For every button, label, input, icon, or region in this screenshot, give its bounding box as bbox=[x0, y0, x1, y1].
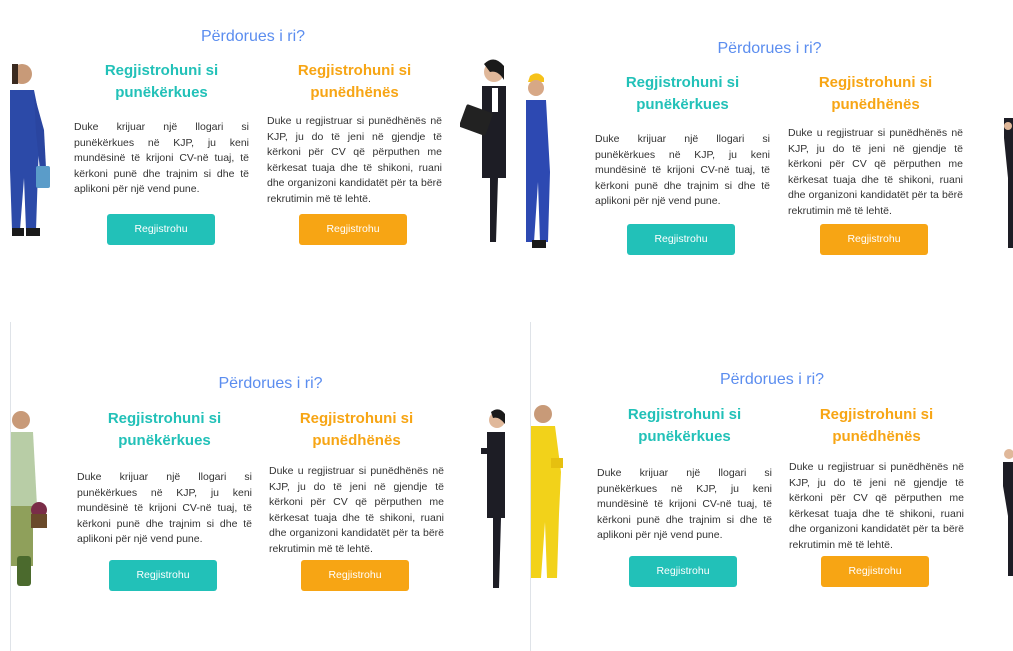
employer-description: Duke u regjistruar si punëdhënës në KJP,… bbox=[788, 127, 963, 217]
employer-register-button[interactable]: Regjistrohu bbox=[299, 214, 407, 245]
jobseeker-description: Duke krijuar një llogari si punëkërkues … bbox=[597, 467, 772, 541]
jobseeker-heading: Regjistrohuni si punëkërkues bbox=[77, 408, 252, 452]
employer-heading: Regjistrohuni si punëdhënës bbox=[788, 72, 963, 116]
jobseeker-heading: Regjistrohuni si punëkërkues bbox=[595, 72, 770, 116]
employer-heading-line2: punëdhënës bbox=[310, 84, 399, 101]
employer-businesswoman-figure bbox=[460, 59, 506, 242]
jobseeker-heading-line2: punëkërkues bbox=[118, 432, 211, 449]
jobseeker-heading-line1: Regjistrohuni si bbox=[104, 62, 219, 79]
jobseeker-column: Regjistrohuni si punëkërkues Duke krijua… bbox=[597, 404, 772, 544]
jobseeker-gardener-figure bbox=[11, 411, 47, 586]
new-user-title: Përdorues i ri? bbox=[218, 375, 323, 392]
employer-description: Duke u regjistruar si punëdhënës në KJP,… bbox=[269, 465, 444, 555]
register-panel-top-left: Përdorues i ri? Regjistrohuni si punëkër… bbox=[0, 0, 506, 300]
employer-heading-line1: Regjistrohuni si bbox=[819, 406, 934, 423]
jobseeker-register-button[interactable]: Regjistrohu bbox=[627, 224, 735, 255]
employer-businesswoman-figure bbox=[481, 409, 505, 588]
jobseeker-register-button[interactable]: Regjistrohu bbox=[109, 560, 217, 591]
employer-register-button[interactable]: Regjistrohu bbox=[301, 560, 409, 591]
employer-heading-line2: punëdhënës bbox=[312, 432, 401, 449]
jobseeker-description: Duke krijuar një llogari si punëkërkues … bbox=[74, 121, 249, 195]
employer-column: Regjistrohuni si punëdhënës Duke u regji… bbox=[788, 72, 963, 219]
employer-column: Regjistrohuni si punëdhënës Duke u regji… bbox=[269, 408, 444, 557]
jobseeker-column: Regjistrohuni si punëkërkues Duke krijua… bbox=[74, 60, 249, 198]
register-panel-top-right: Përdorues i ri? Regjistrohuni si punëkër… bbox=[526, 0, 1013, 310]
employer-register-button[interactable]: Regjistrohu bbox=[820, 224, 928, 255]
employer-heading-line1: Regjistrohuni si bbox=[818, 74, 933, 91]
employer-heading: Regjistrohuni si punëdhënës bbox=[269, 408, 444, 452]
employer-description: Duke u regjistruar si punëdhënës në KJP,… bbox=[789, 461, 964, 551]
jobseeker-description: Duke krijuar një llogari si punëkërkues … bbox=[77, 471, 252, 545]
employer-businesswoman-figure bbox=[1003, 449, 1013, 576]
employer-description: Duke u regjistruar si punëdhënës në KJP,… bbox=[267, 115, 442, 205]
employer-heading-line2: punëdhënës bbox=[831, 96, 920, 113]
jobseeker-column: Regjistrohuni si punëkërkues Duke krijua… bbox=[595, 72, 770, 210]
jobseeker-heading-line2: punëkërkues bbox=[115, 84, 208, 101]
employer-heading-line2: punëdhënës bbox=[832, 428, 921, 445]
employer-heading: Regjistrohuni si punëdhënës bbox=[267, 60, 442, 104]
employer-heading-line1: Regjistrohuni si bbox=[297, 62, 412, 79]
employer-businesswoman-figure bbox=[1004, 118, 1013, 248]
new-user-title: Përdorues i ri? bbox=[719, 371, 825, 388]
new-user-title: Përdorues i ri? bbox=[200, 28, 306, 45]
new-user-title: Përdorues i ri? bbox=[717, 40, 822, 57]
jobseeker-heading-line2: punëkërkues bbox=[638, 428, 731, 445]
jobseeker-heading-line2: punëkërkues bbox=[636, 96, 729, 113]
jobseeker-register-button[interactable]: Regjistrohu bbox=[629, 556, 737, 587]
jobseeker-heading-line1: Regjistrohuni si bbox=[107, 410, 222, 427]
jobseeker-heading: Regjistrohuni si punëkërkues bbox=[74, 60, 249, 104]
employer-heading-line1: Regjistrohuni si bbox=[299, 410, 414, 427]
jobseeker-heading-line1: Regjistrohuni si bbox=[625, 74, 740, 91]
register-panel-bottom-right: Përdorues i ri? Regjistrohuni si punëkër… bbox=[531, 322, 1013, 651]
jobseeker-column: Regjistrohuni si punëkërkues Duke krijua… bbox=[77, 408, 252, 548]
employer-column: Regjistrohuni si punëdhënës Duke u regji… bbox=[789, 404, 964, 553]
jobseeker-description: Duke krijuar një llogari si punëkërkues … bbox=[595, 133, 770, 207]
jobseeker-construction-worker-figure bbox=[526, 73, 550, 248]
jobseeker-worker-figure bbox=[10, 64, 50, 236]
jobseeker-heading-line1: Regjistrohuni si bbox=[627, 406, 742, 423]
employer-register-button[interactable]: Regjistrohu bbox=[821, 556, 929, 587]
register-panel-bottom-left: Përdorues i ri? Regjistrohuni si punëkër… bbox=[11, 322, 530, 651]
employer-heading: Regjistrohuni si punëdhënës bbox=[789, 404, 964, 448]
employer-column: Regjistrohuni si punëdhënës Duke u regji… bbox=[267, 60, 442, 207]
jobseeker-heading: Regjistrohuni si punëkërkues bbox=[597, 404, 772, 448]
jobseeker-rainsuit-worker-figure bbox=[531, 405, 563, 578]
jobseeker-register-button[interactable]: Regjistrohu bbox=[107, 214, 215, 245]
